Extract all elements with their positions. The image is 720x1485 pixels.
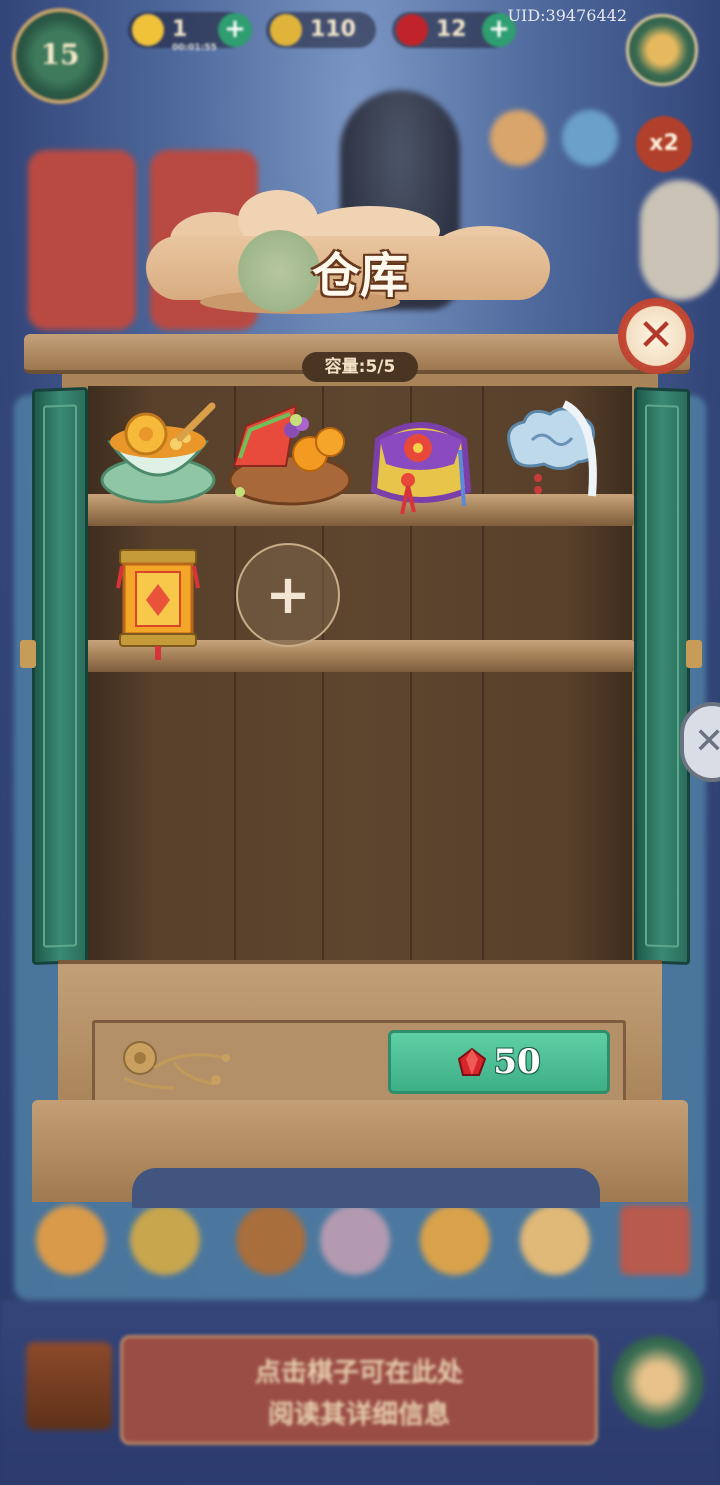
bg-item-4: [320, 1205, 390, 1275]
cloud-jade-pendant-icon[interactable]: [502, 400, 602, 508]
dialog-title: 仓库: [311, 248, 408, 304]
bg-item-3: [236, 1205, 306, 1275]
npc-portrait[interactable]: [626, 14, 698, 86]
expand-price: 50: [493, 1042, 541, 1082]
bg-character: [640, 180, 720, 300]
expand-storage-button[interactable]: 50: [388, 1030, 610, 1094]
fruit-basket-icon[interactable]: [226, 396, 352, 508]
right-door: [634, 387, 690, 965]
player-level: 15: [40, 38, 80, 71]
sweet-soup-bowl-icon[interactable]: [100, 398, 218, 508]
energy-add-button[interactable]: +: [218, 13, 252, 47]
left-door: [32, 387, 88, 965]
ruby-gem-icon: [458, 1047, 487, 1076]
palace-lantern-icon[interactable]: [114, 544, 202, 662]
gem-value: 12: [436, 17, 467, 42]
door-hinge: [686, 640, 702, 668]
coin-icon: [270, 14, 302, 46]
info-tip-line-2: 阅读其详细信息: [267, 1400, 450, 1430]
close-button[interactable]: ✕: [618, 298, 694, 374]
event-card-left: [28, 150, 136, 330]
bg-item-6: [520, 1205, 590, 1275]
info-tip-line-1: 点击棋子可在此处: [254, 1358, 463, 1388]
embroidered-pouch-icon[interactable]: [364, 410, 478, 516]
door-hinge: [20, 640, 36, 668]
user-id: UID:39476442: [507, 6, 627, 25]
lightning-icon: [132, 14, 164, 46]
chest-icon: [26, 1342, 112, 1430]
energy-timer: 00:01:55: [172, 43, 217, 53]
gem-counter[interactable]: 12 +: [392, 12, 516, 48]
coin-counter[interactable]: 110: [266, 12, 376, 48]
add-slot-button[interactable]: +: [236, 543, 340, 647]
wardrobe-base-arch: [132, 1168, 600, 1208]
plus-icon: +: [265, 563, 311, 626]
bg-item-2: [130, 1205, 200, 1275]
energy-counter[interactable]: 1 00:01:55 +: [128, 12, 252, 53]
energy-value: 1: [172, 17, 188, 42]
bg-badge-2: [562, 110, 618, 166]
close-icon: ✕: [637, 310, 675, 361]
npc-avatar: [612, 1336, 704, 1428]
flower-carving-icon: [123, 1041, 230, 1090]
capacity-label: 容量:5/5: [302, 352, 418, 382]
gem-icon: [396, 14, 428, 46]
boost-badge[interactable]: x2: [636, 116, 692, 172]
bg-badge-1: [490, 110, 546, 166]
bg-item-1: [36, 1205, 106, 1275]
bg-item-7: [620, 1205, 690, 1275]
player-level-badge[interactable]: 15: [12, 8, 108, 104]
plank-line: [482, 386, 484, 964]
bg-item-5: [420, 1205, 490, 1275]
coin-value: 110: [310, 17, 356, 42]
info-tip-panel: 点击棋子可在此处 阅读其详细信息: [120, 1335, 598, 1445]
